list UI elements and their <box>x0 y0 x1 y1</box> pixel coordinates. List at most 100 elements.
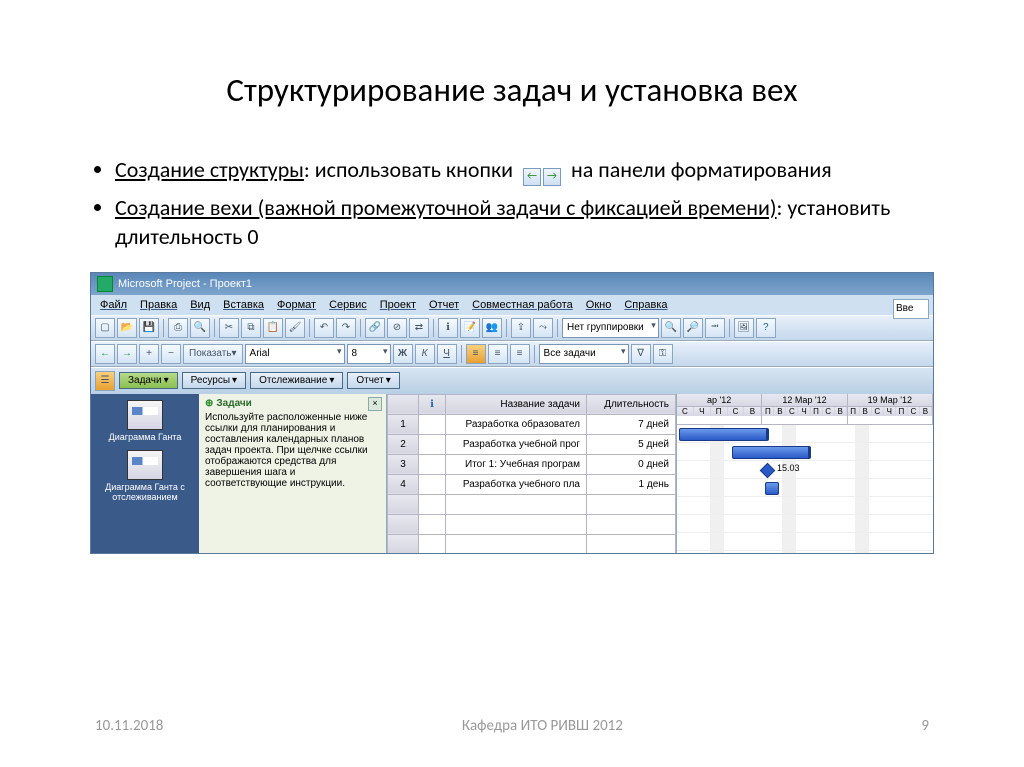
indent-icon: → <box>543 168 561 186</box>
col-rownum[interactable] <box>388 394 419 414</box>
assign-icon[interactable]: 👥 <box>482 318 502 338</box>
menu-window[interactable]: Окно <box>581 297 617 313</box>
align-center-icon[interactable]: ≡ <box>488 344 508 364</box>
guide-toggle-icon[interactable]: ☰ <box>95 371 115 391</box>
font-dropdown[interactable]: Arial <box>245 344 345 364</box>
zoom-in-icon[interactable]: 🔍 <box>661 318 681 338</box>
menu-edit[interactable]: Правка <box>135 297 182 313</box>
show-outline-button[interactable]: Показать ▾ <box>183 344 243 364</box>
col-info[interactable]: ℹ <box>419 394 446 414</box>
table-row[interactable] <box>388 494 676 514</box>
guide-tabstrip: ☰ Задачи ▾ Ресурсы ▾ Отслеживание ▾ Отче… <box>91 367 933 394</box>
guide-pane: ⊕Задачи × Используйте расположенные ниже… <box>199 394 387 554</box>
italic-button[interactable]: К <box>415 344 435 364</box>
col-duration[interactable]: Длительность <box>587 394 676 414</box>
print-icon[interactable]: ⎙ <box>168 318 188 338</box>
preview-icon[interactable]: 🔍 <box>190 318 210 338</box>
gantt-body: 15.03 <box>677 425 933 554</box>
copy-icon[interactable]: ⧉ <box>241 318 261 338</box>
table-row[interactable]: 4Разработка учебного пла1 день <box>388 474 676 494</box>
menu-tools[interactable]: Сервис <box>324 297 372 313</box>
guide-close-button[interactable]: × <box>368 397 382 411</box>
menu-collab[interactable]: Совместная работа <box>467 297 578 313</box>
menu-file[interactable]: Файл <box>95 297 132 313</box>
cut-icon[interactable]: ✂ <box>219 318 239 338</box>
info-header-icon: ℹ <box>430 399 434 410</box>
bullet-list: Создание структуры: использовать кнопки … <box>90 155 934 252</box>
menubar: Файл Правка Вид Вставка Формат Сервис Пр… <box>91 295 933 315</box>
menu-view[interactable]: Вид <box>185 297 215 313</box>
bullet-2: Создание вехи (важной промежуточной зада… <box>115 193 934 252</box>
filter-dropdown[interactable]: Все задачи <box>539 344 629 364</box>
goto-icon[interactable]: ⤳ <box>533 318 553 338</box>
gantt-bar[interactable] <box>732 446 811 459</box>
table-row[interactable]: 3Итог 1: Учебная програм0 дней <box>388 454 676 474</box>
split-icon[interactable]: ⇄ <box>409 318 429 338</box>
outdent-icon: ← <box>523 168 541 186</box>
slide-footer: 10.11.2018 Кафедра ИТО РИВШ 2012 9 <box>0 717 1024 735</box>
tab-tracking[interactable]: Отслеживание ▾ <box>250 372 343 389</box>
milestone-label: 15.03 <box>777 463 800 473</box>
indent-button[interactable]: → <box>117 344 137 364</box>
gantt-milestone[interactable] <box>760 463 776 479</box>
align-left-icon[interactable]: ≡ <box>466 344 486 364</box>
guide-title: Задачи <box>216 398 251 409</box>
undo-icon[interactable]: ↶ <box>314 318 334 338</box>
tab-report[interactable]: Отчет ▾ <box>347 372 399 389</box>
app-icon <box>97 276 113 292</box>
gantt-bar[interactable] <box>679 428 769 441</box>
redo-icon[interactable]: ↷ <box>336 318 356 338</box>
slide-title: Структурирование задач и установка вех <box>90 70 934 110</box>
gantt-chart[interactable]: ар '12СЧПСВ 12 Мар '12ПВСЧПСВ 19 Мар '12… <box>676 394 933 554</box>
copy-picture-icon[interactable]: 🖼 <box>734 318 754 338</box>
notes-icon[interactable]: 📝 <box>460 318 480 338</box>
menu-report[interactable]: Отчет <box>424 297 464 313</box>
window-titlebar: Microsoft Project - Проект1 <box>91 273 933 295</box>
tab-tasks[interactable]: Задачи ▾ <box>119 372 178 389</box>
align-right-icon[interactable]: ≡ <box>510 344 530 364</box>
tab-resources[interactable]: Ресурсы ▾ <box>182 372 246 389</box>
bullet-1-under: Создание структуры <box>115 156 304 183</box>
bullet-2-under: Создание вехи (важной промежуточной зада… <box>115 194 777 221</box>
help-search-input[interactable] <box>893 299 929 319</box>
msproject-window: Microsoft Project - Проект1 Файл Правка … <box>90 272 934 554</box>
help-icon[interactable]: ? <box>756 318 776 338</box>
menu-project[interactable]: Проект <box>375 297 421 313</box>
footer-page: 9 <box>921 717 929 735</box>
goto-task-icon[interactable]: ⭲ <box>705 318 725 338</box>
paste-icon[interactable]: 📋 <box>263 318 283 338</box>
menu-help[interactable]: Справка <box>619 297 672 313</box>
toolbar-standard: ▢ 📂 💾 ⎙ 🔍 ✂ ⧉ 📋 🖌 ↶ ↷ 🔗 ⊘ ⇄ ℹ 📝 👥 ⇪ ⤳ <box>91 315 933 341</box>
autofilter-icon[interactable]: ∇ <box>631 344 651 364</box>
outdent-button[interactable]: ← <box>95 344 115 364</box>
minus-icon[interactable]: − <box>161 344 181 364</box>
bold-button[interactable]: Ж <box>393 344 413 364</box>
table-row[interactable] <box>388 514 676 534</box>
menu-format[interactable]: Формат <box>272 297 321 313</box>
open-icon[interactable]: 📂 <box>117 318 137 338</box>
save-icon[interactable]: 💾 <box>139 318 159 338</box>
zoom-out-icon[interactable]: 🔎 <box>683 318 703 338</box>
wizard-icon[interactable]: ⚿ <box>653 344 673 364</box>
new-icon[interactable]: ▢ <box>95 318 115 338</box>
fontsize-dropdown[interactable]: 8 <box>347 344 391 364</box>
col-taskname[interactable]: Название задачи <box>446 394 587 414</box>
group-dropdown[interactable]: Нет группировки <box>562 318 659 338</box>
gantt-bar[interactable] <box>765 482 779 495</box>
plus-icon[interactable]: + <box>139 344 159 364</box>
link-icon[interactable]: 🔗 <box>365 318 385 338</box>
bullet-1: Создание структуры: использовать кнопки … <box>115 155 934 187</box>
info-icon[interactable]: ℹ <box>438 318 458 338</box>
view-gantt-tracking[interactable]: Диаграмма Ганта с отслеживанием <box>95 450 195 502</box>
task-grid: ℹ Название задачи Длительность 1Разработ… <box>387 394 676 554</box>
underline-button[interactable]: Ч <box>437 344 457 364</box>
publish-icon[interactable]: ⇪ <box>511 318 531 338</box>
gantt-timescale: ар '12СЧПСВ 12 Мар '12ПВСЧПСВ 19 Мар '12… <box>677 394 933 425</box>
menu-insert[interactable]: Вставка <box>218 297 269 313</box>
unlink-icon[interactable]: ⊘ <box>387 318 407 338</box>
table-row[interactable]: 2Разработка учебной прог5 дней <box>388 434 676 454</box>
view-gantt[interactable]: Диаграмма Ганта <box>109 400 182 442</box>
table-row[interactable]: 1Разработка образовател7 дней <box>388 414 676 434</box>
table-row[interactable] <box>388 534 676 554</box>
format-painter-icon[interactable]: 🖌 <box>285 318 305 338</box>
